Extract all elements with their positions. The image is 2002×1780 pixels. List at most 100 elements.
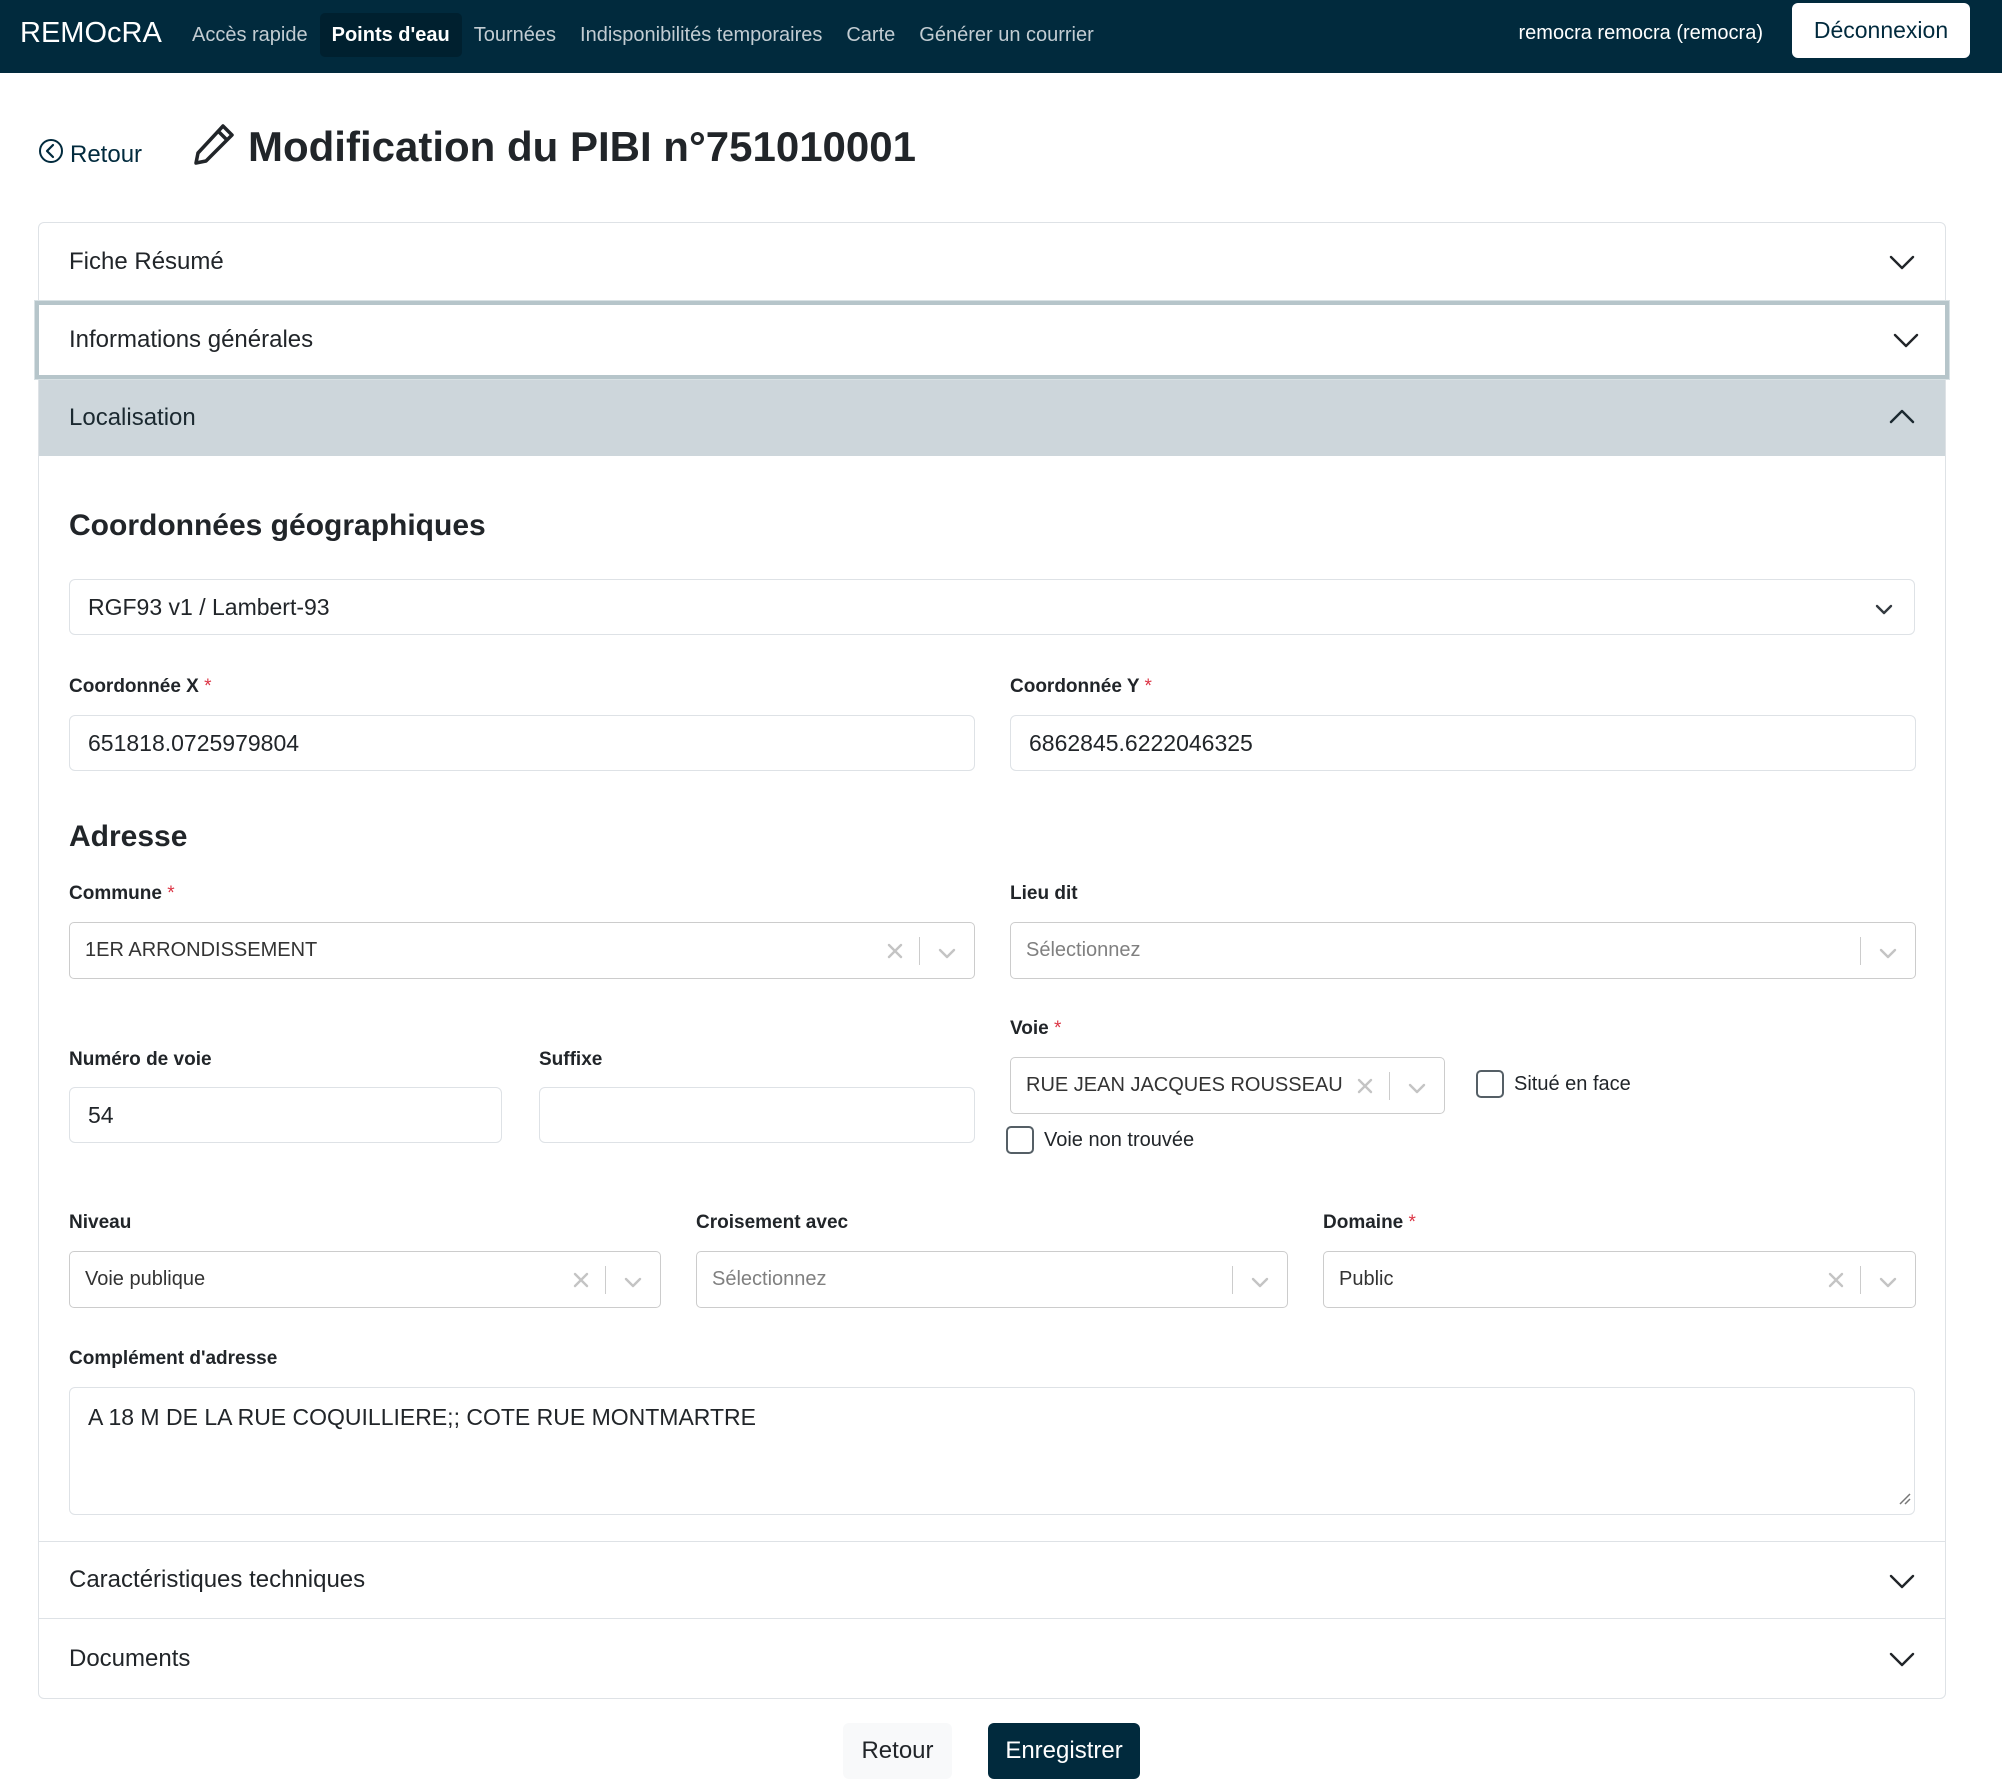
- chevron-down-icon: [1874, 598, 1894, 625]
- address-section-title: Adresse: [69, 820, 188, 853]
- nav-link-points-deau[interactable]: Points d'eau: [319, 13, 462, 57]
- nav-links: Accès rapide Points d'eau Tournées Indis…: [180, 13, 1106, 57]
- domaine-select[interactable]: Public: [1323, 1251, 1916, 1308]
- nav-link-tournees[interactable]: Tournées: [462, 13, 568, 57]
- voie-non-trouvee-checkbox[interactable]: [1006, 1126, 1034, 1154]
- required-mark: *: [167, 883, 175, 904]
- situe-en-face-checkbox[interactable]: [1476, 1070, 1504, 1098]
- projection-value: RGF93 v1 / Lambert-93: [88, 593, 330, 620]
- x-icon[interactable]: [886, 942, 904, 966]
- chevron-down-icon[interactable]: [1879, 1273, 1897, 1296]
- footer-back-button[interactable]: Retour: [843, 1723, 952, 1779]
- accordion-label: Localisation: [69, 404, 196, 431]
- commune-label-text: Commune: [69, 883, 162, 904]
- complement-value: A 18 M DE LA RUE COQUILLIERE;; COTE RUE …: [88, 1404, 756, 1430]
- x-icon[interactable]: [1356, 1077, 1374, 1101]
- back-link[interactable]: Retour: [38, 138, 142, 171]
- nav-link-generer-courrier[interactable]: Générer un courrier: [907, 13, 1106, 57]
- situe-en-face-label: Situé en face: [1514, 1072, 1631, 1095]
- chevron-down-icon[interactable]: [938, 944, 956, 967]
- coords-section-title: Coordonnées géographiques: [69, 509, 486, 542]
- niveau-label: Niveau: [69, 1212, 132, 1233]
- croisement-select[interactable]: Sélectionnez: [696, 1251, 1288, 1308]
- domaine-label-text: Domaine: [1323, 1212, 1404, 1233]
- accordion-label: Fiche Résumé: [69, 247, 224, 275]
- required-mark: *: [1408, 1212, 1416, 1233]
- accordion-informations-generales[interactable]: Informations générales: [35, 301, 1949, 379]
- domaine-value: Public: [1339, 1268, 1394, 1290]
- accordion-label: Caractéristiques techniques: [69, 1566, 366, 1593]
- back-link-label: Retour: [70, 140, 143, 168]
- save-button[interactable]: Enregistrer: [988, 1723, 1140, 1779]
- voie-label: Voie *: [1010, 1018, 1061, 1040]
- select-separator: [1860, 1266, 1861, 1294]
- lieu-dit-label: Lieu dit: [1010, 883, 1078, 904]
- chevron-down-icon: [1889, 1646, 1915, 1679]
- select-separator: [1232, 1266, 1233, 1294]
- voie-non-trouvee-checkbox-row[interactable]: Voie non trouvée: [1006, 1126, 1194, 1154]
- chevron-down-icon[interactable]: [1408, 1079, 1426, 1102]
- coord-y-value: 6862845.6222046325: [1029, 729, 1253, 756]
- numero-voie-value: 54: [88, 1101, 114, 1128]
- domaine-label: Domaine *: [1323, 1212, 1416, 1234]
- chevron-down-icon: [1893, 327, 1919, 360]
- page-title: Modification du PIBI n°751010001: [192, 122, 916, 171]
- complement-textarea[interactable]: A 18 M DE LA RUE COQUILLIERE;; COTE RUE …: [69, 1387, 1915, 1515]
- accordion-documents[interactable]: Documents: [39, 1620, 1945, 1698]
- numero-voie-input[interactable]: 54: [69, 1087, 502, 1143]
- commune-label: Commune *: [69, 883, 175, 905]
- select-separator: [605, 1266, 606, 1294]
- coord-y-input[interactable]: 6862845.6222046325: [1010, 715, 1916, 771]
- x-icon[interactable]: [572, 1271, 590, 1295]
- nav-link-acces-rapide[interactable]: Accès rapide: [180, 13, 320, 57]
- lieu-dit-placeholder: Sélectionnez: [1026, 939, 1141, 961]
- commune-select[interactable]: 1ER ARRONDISSEMENT: [69, 922, 975, 979]
- coord-x-label-text: Coordonnée X: [69, 676, 199, 697]
- voie-select[interactable]: RUE JEAN JACQUES ROUSSEAU: [1010, 1057, 1445, 1114]
- accordion-label: Informations générales: [69, 326, 314, 353]
- situe-en-face-checkbox-row[interactable]: Situé en face: [1476, 1070, 1631, 1098]
- commune-value: 1ER ARRONDISSEMENT: [85, 939, 318, 961]
- select-separator: [1389, 1072, 1390, 1100]
- accordion-localisation[interactable]: Localisation: [39, 380, 1945, 456]
- coord-x-input[interactable]: 651818.0725979804: [69, 715, 975, 771]
- lieu-dit-select[interactable]: Sélectionnez: [1010, 922, 1916, 979]
- coord-x-label: Coordonnée X *: [69, 676, 212, 698]
- required-mark: *: [204, 676, 212, 697]
- numero-voie-label: Numéro de voie: [69, 1049, 212, 1070]
- select-separator: [1860, 937, 1861, 965]
- niveau-select[interactable]: Voie publique: [69, 1251, 661, 1308]
- chevron-up-icon: [1889, 404, 1915, 437]
- nav-link-indisponibilites[interactable]: Indisponibilités temporaires: [568, 13, 834, 57]
- chevron-down-icon: [1889, 1568, 1915, 1601]
- chevron-down-icon: [1889, 249, 1915, 282]
- chevron-down-icon[interactable]: [624, 1273, 642, 1296]
- x-icon[interactable]: [1827, 1271, 1845, 1295]
- required-mark: *: [1054, 1018, 1062, 1039]
- suffixe-label: Suffixe: [539, 1049, 603, 1070]
- projection-select[interactable]: RGF93 v1 / Lambert-93: [69, 579, 1915, 635]
- select-separator: [919, 937, 920, 965]
- page-title-text: Modification du PIBI n°751010001: [248, 122, 916, 170]
- top-navbar: REMOcRA Accès rapide Points d'eau Tourné…: [0, 0, 2002, 73]
- chevron-down-icon[interactable]: [1251, 1273, 1269, 1296]
- chevron-down-icon[interactable]: [1879, 944, 1897, 967]
- coord-x-value: 651818.0725979804: [88, 729, 300, 756]
- logout-button[interactable]: Déconnexion: [1792, 3, 1970, 58]
- resize-grip-icon[interactable]: [1897, 1484, 1911, 1511]
- accordion-fiche-resume[interactable]: Fiche Résumé: [39, 223, 1945, 301]
- current-user: remocra remocra (remocra): [1518, 22, 1763, 44]
- niveau-value: Voie publique: [85, 1268, 206, 1290]
- accordion-caracteristiques-techniques[interactable]: Caractéristiques techniques: [39, 1541, 1945, 1619]
- suffixe-input[interactable]: [539, 1087, 975, 1143]
- nav-link-carte[interactable]: Carte: [834, 13, 907, 57]
- brand-logo[interactable]: REMOcRA: [20, 15, 162, 51]
- pencil-icon: [192, 122, 236, 171]
- coord-y-label: Coordonnée Y *: [1010, 676, 1152, 698]
- voie-non-trouvee-label: Voie non trouvée: [1044, 1128, 1195, 1151]
- voie-value: RUE JEAN JACQUES ROUSSEAU: [1026, 1074, 1343, 1096]
- croisement-label: Croisement avec: [696, 1212, 849, 1233]
- voie-label-text: Voie: [1010, 1018, 1049, 1039]
- coord-y-label-text: Coordonnée Y: [1010, 676, 1140, 697]
- complement-label: Complément d'adresse: [69, 1348, 278, 1369]
